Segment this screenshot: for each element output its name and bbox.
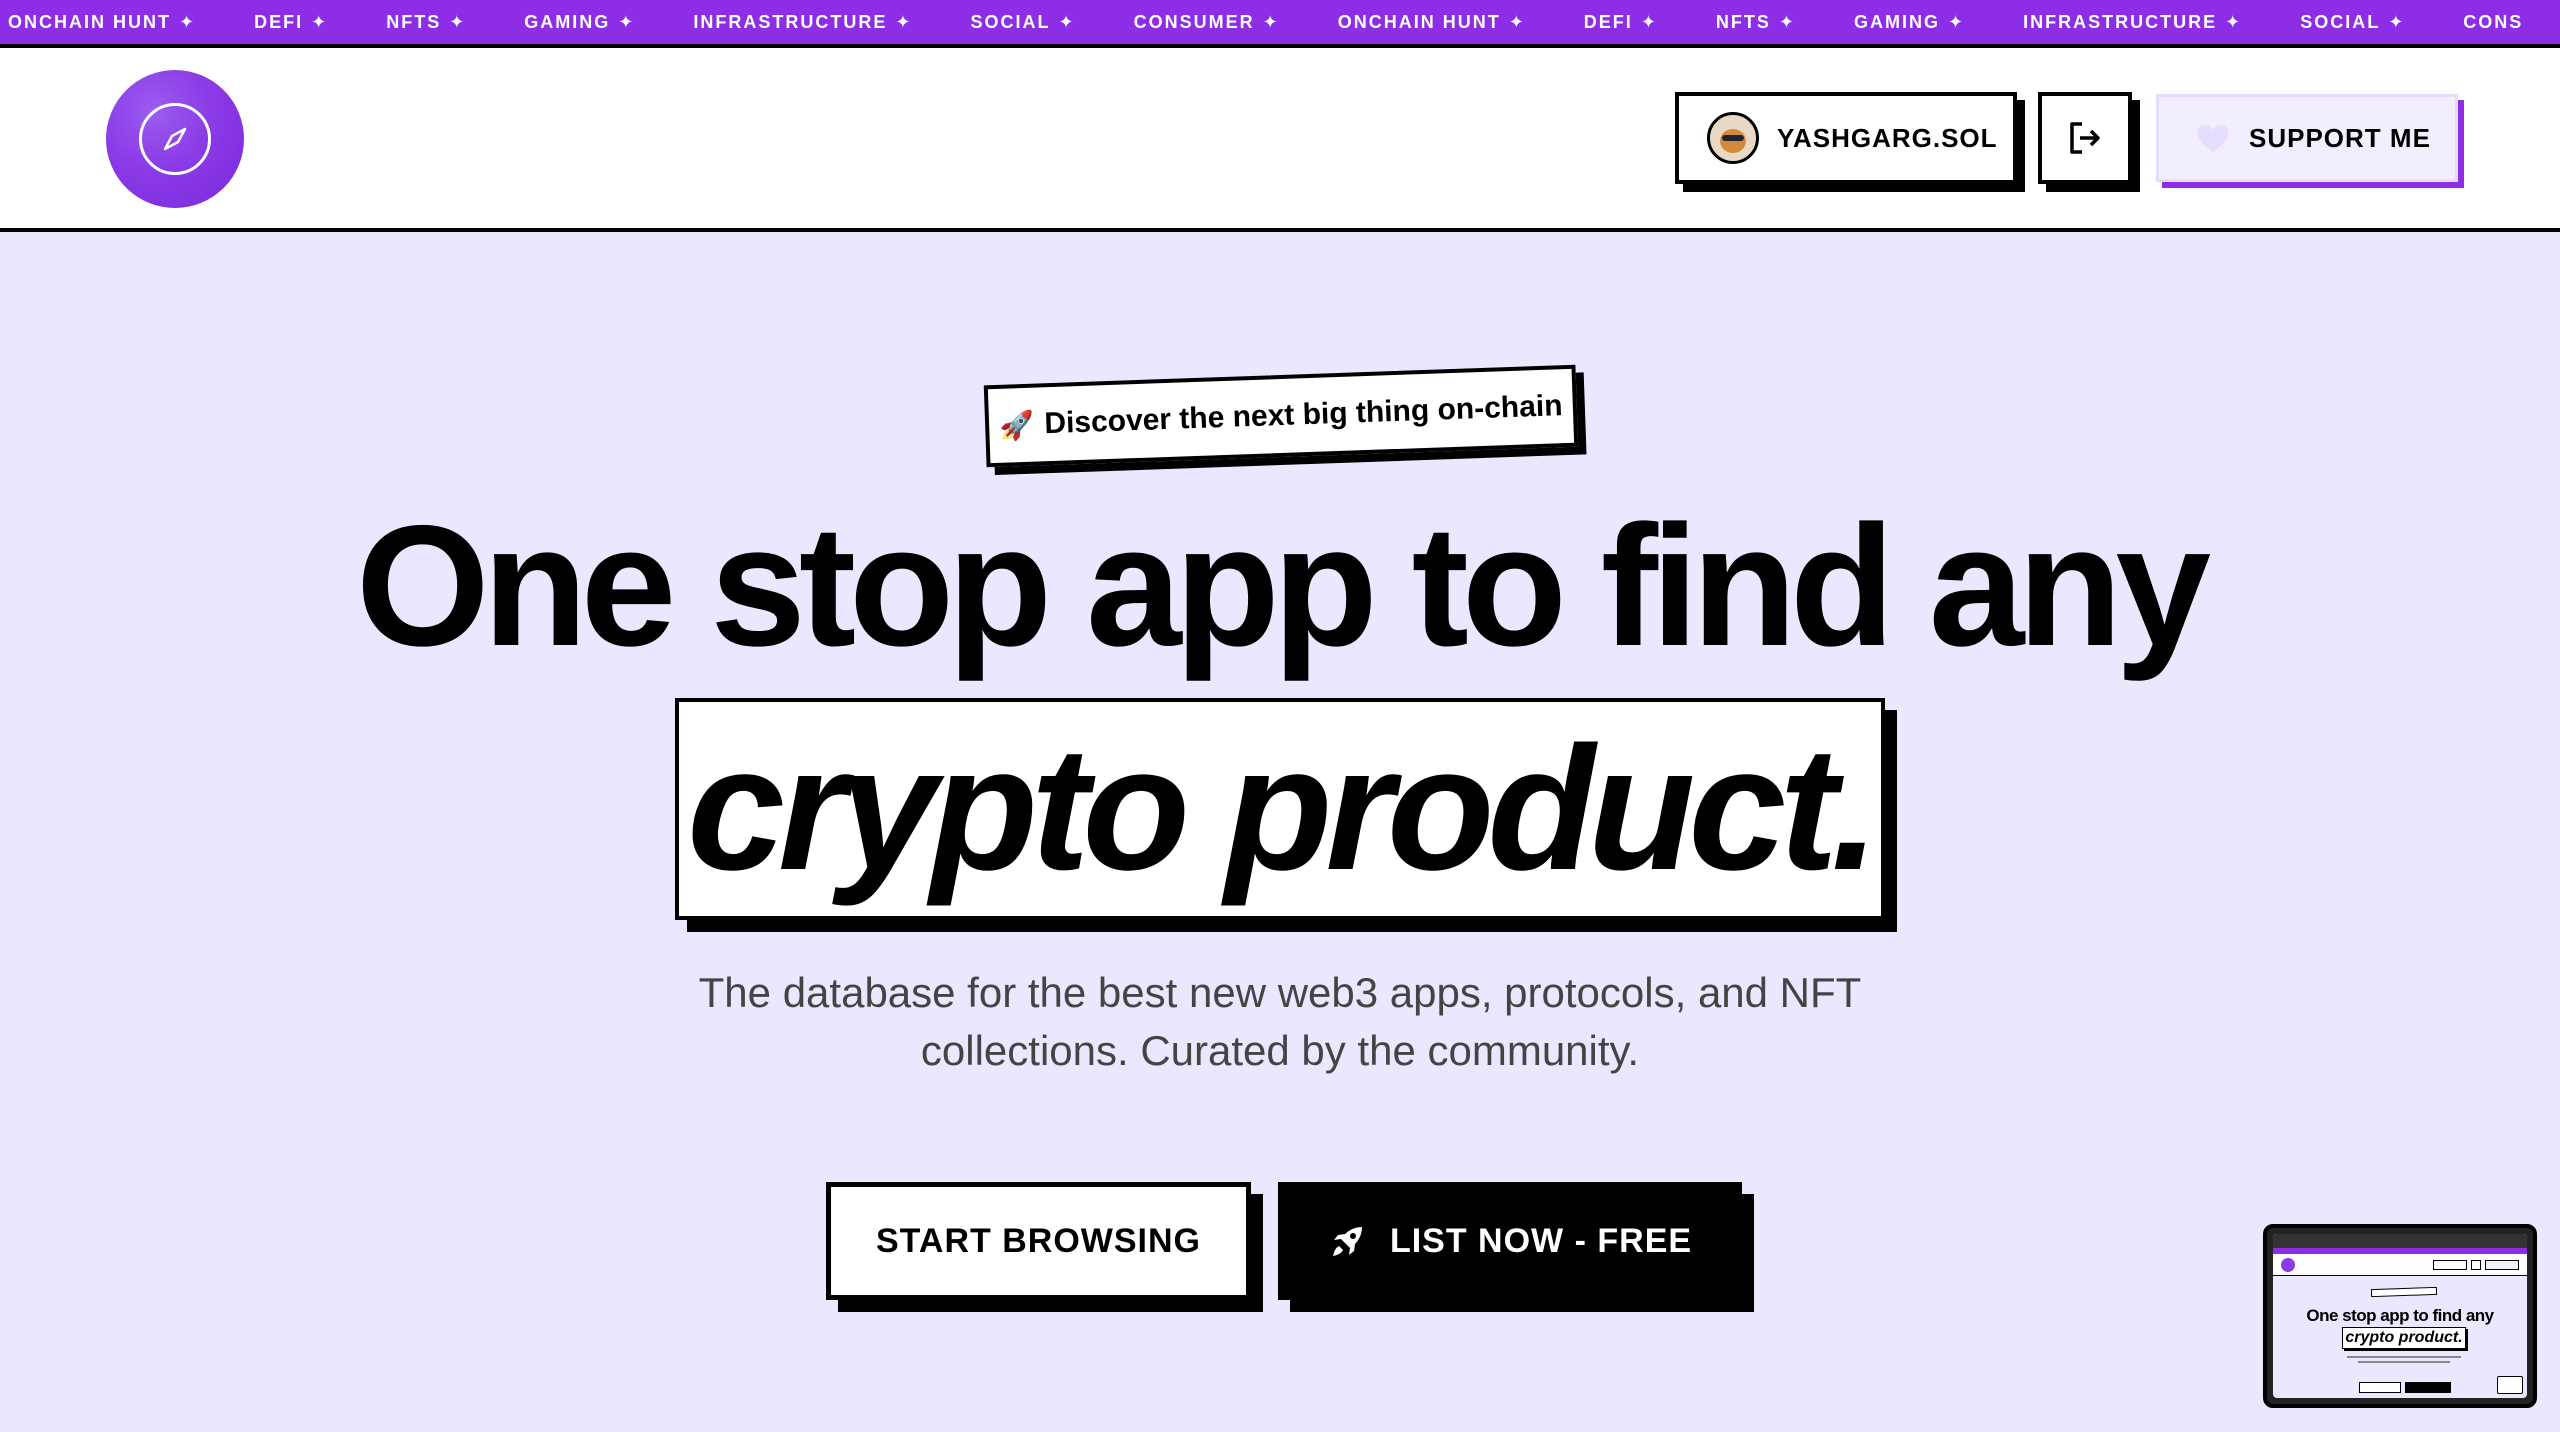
user-wallet-button[interactable]: YASHGARG.SOL xyxy=(1675,92,2017,184)
tagline-text: Discover the next big thing on-chain xyxy=(1043,389,1564,441)
sparkle-icon: ✦ xyxy=(179,11,197,32)
ticker-item-label: DEFI xyxy=(1583,11,1633,32)
list-now-label: LIST NOW - FREE xyxy=(1389,1221,1693,1260)
ticker-item: CONS xyxy=(2463,12,2523,33)
tagline-badge: 🚀 Discover the next big thing on-chain xyxy=(983,364,1579,468)
ticker-item-label: SOCIAL xyxy=(2300,11,2381,32)
page-preview-thumbnail[interactable]: One stop app to find any crypto product. xyxy=(2263,1224,2537,1408)
ticker-item-label: GAMING xyxy=(524,11,611,32)
logout-button[interactable] xyxy=(2038,92,2132,184)
heart-icon xyxy=(2197,125,2229,152)
ticker-item-label: CONSUMER xyxy=(1133,11,1255,32)
headline-highlight: crypto product. xyxy=(675,698,1885,920)
ticker-item-label: CONS xyxy=(2463,11,2524,32)
category-ticker: ONCHAIN HUNT ✦ DEFI ✦ NFTS ✦ GAMING ✦ INFRASTRUC… xyxy=(0,0,2560,48)
logout-icon xyxy=(2070,122,2100,154)
ticker-item-label: ONCHAIN HUNT xyxy=(1337,11,1501,32)
sparkle-icon: ✦ xyxy=(618,11,636,32)
ticker-item: GAMING ✦ xyxy=(1854,12,1965,33)
avatar xyxy=(1707,112,1759,164)
logo[interactable] xyxy=(106,70,244,208)
hero-subtitle: The database for the best new web3 apps,… xyxy=(698,969,1862,1074)
site-header: YASHGARG.SOL SUPPORT ME xyxy=(0,48,2560,232)
sparkle-icon: ✦ xyxy=(449,11,467,32)
sparkle-icon: ✦ xyxy=(1640,11,1658,32)
sparkle-icon: ✦ xyxy=(1948,11,1966,32)
ticker-item-label: DEFI xyxy=(254,11,304,32)
ticker-item: NFTS ✦ xyxy=(1716,12,1796,33)
sparkle-icon: ✦ xyxy=(311,11,329,32)
user-wallet-label: YASHGARG.SOL xyxy=(1777,122,1998,153)
ticker-item: CONSUMER ✦ xyxy=(1134,12,1280,33)
ticker-item: INFRASTRUCTURE ✦ xyxy=(2023,12,2242,33)
ticker-item-label: SOCIAL xyxy=(970,11,1051,32)
sparkle-icon: ✦ xyxy=(2225,11,2243,32)
support-me-button[interactable]: SUPPORT ME xyxy=(2156,94,2458,182)
list-now-button[interactable]: LIST NOW - FREE xyxy=(1278,1182,1742,1300)
compass-icon xyxy=(139,103,211,175)
preview-headline-highlight: crypto product. xyxy=(2342,1327,2466,1349)
start-browsing-button[interactable]: START BROWSING xyxy=(826,1182,1251,1300)
ticker-item: GAMING ✦ xyxy=(524,12,635,33)
sparkle-icon: ✦ xyxy=(1508,11,1526,32)
ticker-item: DEFI ✦ xyxy=(1584,12,1658,33)
headline-line1: One stop app to find any xyxy=(355,490,2211,682)
ticker-item-label: NFTS xyxy=(386,11,442,32)
support-me-label: SUPPORT ME xyxy=(2249,122,2431,153)
preview-headline: One stop app to find any xyxy=(2306,1306,2494,1325)
ticker-track: ONCHAIN HUNT ✦ DEFI ✦ NFTS ✦ GAMING ✦ INFRASTRUC… xyxy=(8,0,2560,44)
ticker-item-label: INFRASTRUCTURE xyxy=(693,11,888,32)
rocket-icon xyxy=(1328,1221,1368,1261)
ticker-item-label: ONCHAIN HUNT xyxy=(8,11,171,32)
sparkle-icon: ✦ xyxy=(1262,11,1280,32)
ticker-item: ONCHAIN HUNT ✦ xyxy=(8,12,196,33)
ticker-item: SOCIAL ✦ xyxy=(2300,12,2405,33)
sparkle-icon: ✦ xyxy=(1778,11,1796,32)
ticker-item-label: NFTS xyxy=(1715,11,1771,32)
ticker-item-label: GAMING xyxy=(1854,11,1940,32)
ticker-item: ONCHAIN HUNT ✦ xyxy=(1338,12,1526,33)
ticker-item: INFRASTRUCTURE ✦ xyxy=(693,12,912,33)
ticker-item: SOCIAL ✦ xyxy=(970,12,1075,33)
preview-screen: One stop app to find any crypto product. xyxy=(2273,1234,2527,1398)
sparkle-icon: ✦ xyxy=(2388,11,2406,32)
ticker-item: DEFI ✦ xyxy=(254,12,328,33)
sparkle-icon: ✦ xyxy=(1058,11,1076,32)
ticker-item-label: INFRASTRUCTURE xyxy=(2023,11,2218,32)
sparkle-icon: ✦ xyxy=(895,11,913,32)
rocket-emoji-icon: 🚀 xyxy=(998,409,1035,442)
ticker-item: NFTS ✦ xyxy=(386,12,466,33)
